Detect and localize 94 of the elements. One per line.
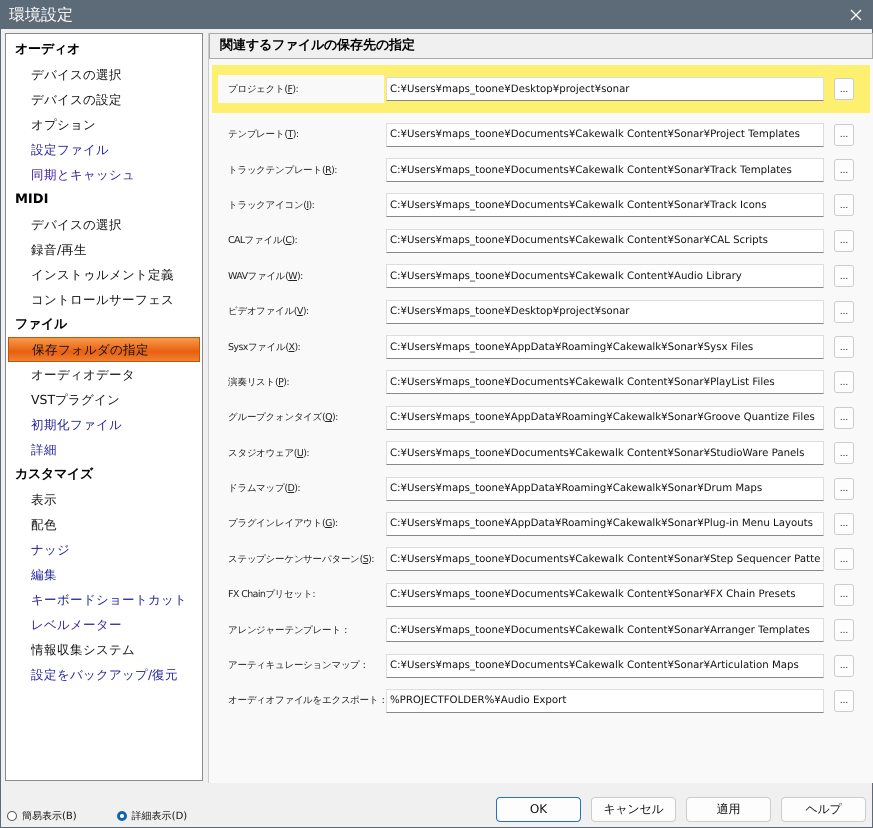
field-label: CALファイル(C): bbox=[228, 234, 298, 248]
sidebar-group-heading: オーディオ bbox=[14, 41, 81, 59]
field-label: トラックテンプレート(R): bbox=[228, 164, 338, 177]
sidebar-item[interactable]: オプション bbox=[8, 112, 200, 137]
sidebar-item[interactable]: デバイスの選択 bbox=[8, 212, 200, 237]
close-icon bbox=[850, 9, 862, 21]
field-label: ビデオファイル(V): bbox=[228, 305, 310, 318]
browse-button[interactable]: ... bbox=[834, 371, 854, 394]
field-label: ドラムマップ(D): bbox=[228, 482, 301, 496]
radio-option[interactable]: 簡易表示(B) bbox=[7, 809, 77, 823]
sidebar-item[interactable]: デバイスの設定 bbox=[8, 87, 200, 112]
close-button[interactable] bbox=[848, 7, 864, 23]
sidebar-item[interactable]: 配色 bbox=[8, 512, 200, 537]
browse-button[interactable]: ... bbox=[834, 442, 854, 464]
radio-button[interactable] bbox=[116, 811, 127, 821]
sidebar-group-heading: ファイル bbox=[14, 316, 68, 334]
panel-heading: 関連するファイルの保存先の指定 bbox=[209, 33, 873, 59]
sidebar-item[interactable]: 同期とキャッシュ bbox=[8, 162, 200, 187]
dialog-button[interactable]: 適用 bbox=[686, 796, 771, 822]
window-title: 環境設定 bbox=[9, 4, 73, 26]
path-field[interactable]: C:¥Users¥maps_toone¥Documents¥Cakewalk Content¥Sonar¥Project Templates bbox=[386, 122, 824, 147]
path-field[interactable]: C:¥Users¥maps_toone¥Documents¥Cakewalk Content¥Sonar¥Articulation Maps bbox=[386, 654, 824, 678]
sidebar-item[interactable]: レベルメーター bbox=[8, 612, 200, 637]
field-label: トラックアイコン(I): bbox=[228, 198, 316, 212]
browse-button[interactable]: ... bbox=[834, 619, 854, 642]
browse-button[interactable]: ... bbox=[834, 690, 854, 712]
dialog-button[interactable]: OK bbox=[496, 796, 581, 822]
browse-button[interactable]: ... bbox=[834, 230, 854, 252]
radio-option[interactable]: 詳細表示(D) bbox=[116, 809, 188, 823]
dialog-button[interactable]: キャンセル bbox=[591, 796, 676, 822]
field-label: FX Chainプリセット: bbox=[228, 588, 316, 602]
field-label: アーティキュレーションマップ： bbox=[228, 659, 370, 672]
browse-button[interactable]: ... bbox=[834, 194, 854, 216]
dialog-button[interactable]: ヘルプ bbox=[781, 796, 866, 822]
sidebar-item[interactable]: ナッジ bbox=[8, 537, 200, 562]
sidebar-item[interactable]: 編集 bbox=[8, 562, 200, 587]
sidebar-item[interactable]: 詳細 bbox=[8, 437, 200, 462]
browse-button[interactable]: ... bbox=[834, 406, 854, 429]
browse-button[interactable]: ... bbox=[834, 336, 854, 358]
radio-label: 詳細表示(D) bbox=[132, 810, 188, 823]
path-field[interactable]: C:¥Users¥maps_toone¥AppData¥Roaming¥Cakewalk¥Sonar¥Groove Quantize Files bbox=[386, 406, 824, 430]
browse-button[interactable]: ... bbox=[834, 265, 854, 288]
field-label: プロジェクト(F): bbox=[218, 75, 384, 103]
path-field[interactable]: C:¥Users¥maps_toone¥Documents¥Cakewalk Content¥Sonar¥Track Templates bbox=[386, 158, 824, 182]
radio-button[interactable] bbox=[7, 811, 17, 821]
path-field[interactable]: C:¥Users¥maps_toone¥Documents¥Cakewalk Content¥Sonar¥FX Chain Presets bbox=[386, 582, 824, 607]
field-label: Sysxファイル(X): bbox=[228, 340, 302, 354]
browse-button[interactable]: ... bbox=[834, 654, 854, 677]
radio-label: 簡易表示(B) bbox=[22, 810, 77, 823]
field-label: グループクォンタイズ(Q): bbox=[228, 411, 339, 424]
field-label: WAVファイル(W): bbox=[228, 270, 304, 283]
sidebar-item[interactable]: デバイスの選択 bbox=[8, 62, 200, 87]
path-field[interactable]: C:¥Users¥maps_toone¥Documents¥Cakewalk Content¥Sonar¥Arranger Templates bbox=[386, 618, 824, 642]
sidebar-item[interactable]: 録音/再生 bbox=[8, 237, 200, 262]
browse-button[interactable]: ... bbox=[834, 78, 854, 100]
field-label: テンプレート(T): bbox=[228, 128, 300, 142]
browse-button[interactable]: ... bbox=[834, 584, 854, 606]
path-field[interactable]: C:¥Users¥maps_toone¥AppData¥Roaming¥Cakewalk¥Sonar¥Plug-in Menu Layouts bbox=[386, 512, 824, 536]
sidebar-item[interactable]: 設定をバックアップ/復元 bbox=[8, 662, 200, 687]
path-field[interactable]: C:¥Users¥maps_toone¥AppData¥Roaming¥Cakewalk¥Sonar¥Drum Maps bbox=[386, 476, 824, 501]
sidebar-item[interactable]: 保存フォルダの指定 bbox=[8, 337, 200, 362]
path-field[interactable]: C:¥Users¥maps_toone¥Documents¥Cakewalk Content¥Audio Library bbox=[386, 264, 824, 288]
field-label: オーディオファイルをエクスポート： bbox=[228, 694, 384, 708]
path-field[interactable]: C:¥Users¥maps_toone¥Documents¥Cakewalk Content¥Sonar¥Track Icons bbox=[386, 193, 824, 218]
field-label: アレンジャーテンプレート： bbox=[228, 624, 352, 637]
sidebar-item[interactable]: インストゥルメント定義 bbox=[8, 262, 200, 287]
sidebar-item[interactable]: VSTプラグイン bbox=[8, 387, 200, 412]
path-field[interactable]: %PROJECTFOLDER%¥Audio Export bbox=[386, 688, 824, 713]
browse-button[interactable]: ... bbox=[834, 159, 854, 182]
path-field[interactable]: C:¥Users¥maps_toone¥AppData¥Roaming¥Cakewalk¥Sonar¥Sysx Files bbox=[386, 335, 824, 360]
sidebar-item[interactable]: オーディオデータ bbox=[8, 362, 200, 387]
sidebar-group-heading: カスタマイズ bbox=[14, 466, 94, 484]
path-field[interactable]: C:¥Users¥maps_toone¥Documents¥Cakewalk Content¥Sonar¥PlayList Files bbox=[386, 370, 824, 394]
sidebar-item[interactable]: キーボードショートカット bbox=[8, 587, 200, 612]
sidebar-item[interactable]: 設定ファイル bbox=[8, 137, 200, 162]
path-field[interactable]: C:¥Users¥maps_toone¥Documents¥Cakewalk Content¥Sonar¥Step Sequencer Patte bbox=[386, 547, 824, 572]
path-field[interactable]: C:¥Users¥maps_toone¥Desktop¥project¥sonar bbox=[386, 300, 824, 324]
sidebar-item[interactable]: 情報収集システム bbox=[8, 637, 200, 662]
browse-button[interactable]: ... bbox=[834, 300, 854, 323]
path-field[interactable]: C:¥Users¥maps_toone¥Documents¥Cakewalk Content¥Sonar¥StudioWare Panels bbox=[386, 441, 824, 466]
sidebar-item[interactable]: 初期化ファイル bbox=[8, 412, 200, 437]
path-field[interactable]: C:¥Users¥maps_toone¥Desktop¥project¥sonar bbox=[386, 77, 824, 101]
sidebar-item[interactable]: コントロールサーフェス bbox=[8, 287, 200, 312]
field-label: 演奏リスト(P): bbox=[228, 376, 290, 389]
path-field[interactable]: C:¥Users¥maps_toone¥Documents¥Cakewalk Content¥Sonar¥CAL Scripts bbox=[386, 228, 824, 253]
browse-button[interactable]: ... bbox=[834, 548, 854, 570]
field-label: ステップシーケンサーパターン(S): bbox=[228, 552, 375, 566]
sidebar-item[interactable]: 表示 bbox=[8, 487, 200, 512]
browse-button[interactable]: ... bbox=[834, 512, 854, 535]
field-label: プラグインレイアウト(G): bbox=[228, 517, 339, 530]
browse-button[interactable]: ... bbox=[834, 478, 854, 500]
field-label: スタジオウェア(U): bbox=[228, 446, 310, 460]
sidebar-group-heading: MIDI bbox=[14, 191, 50, 209]
browse-button[interactable]: ... bbox=[834, 124, 854, 146]
